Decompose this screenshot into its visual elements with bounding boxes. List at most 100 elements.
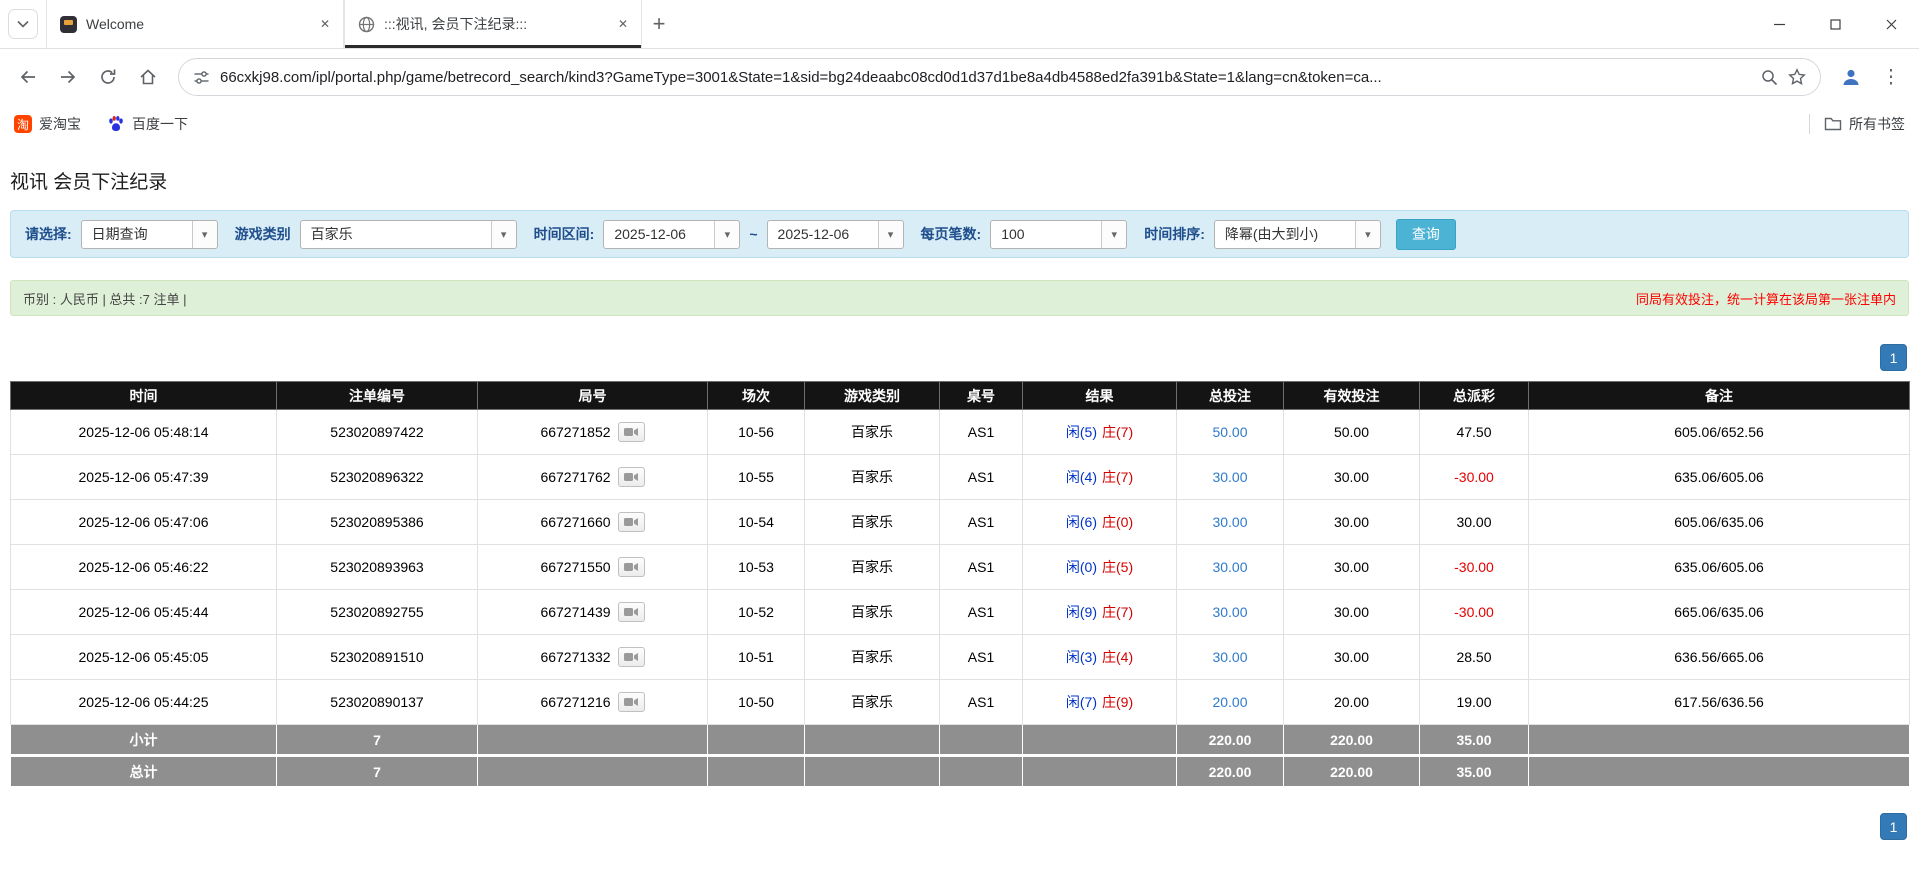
reload-button[interactable] [90, 59, 126, 95]
total-bet-link[interactable]: 30.00 [1212, 469, 1247, 485]
tab-close-icon[interactable]: ✕ [315, 14, 335, 34]
banker-result: 庄(5) [1102, 559, 1134, 575]
home-button[interactable] [130, 59, 166, 95]
video-replay-button[interactable] [617, 512, 645, 532]
table-header-row: 时间 注单编号 局号 场次 游戏类别 桌号 结果 总投注 有效投注 总派彩 备注 [10, 381, 1910, 410]
video-replay-button[interactable] [617, 692, 645, 712]
subtotal-total-bet: 220.00 [1176, 724, 1284, 756]
all-bookmarks-label: 所有书签 [1849, 116, 1905, 132]
cell-payout: 47.50 [1419, 409, 1529, 455]
all-bookmarks-button[interactable]: 所有书签 [1824, 114, 1905, 134]
total-bet-link[interactable]: 30.00 [1212, 649, 1247, 665]
taobao-icon: 淘 [14, 115, 32, 133]
back-arrow-icon [20, 70, 35, 84]
cell-game-type: 百家乐 [804, 409, 940, 455]
cell-table-no: AS1 [939, 454, 1023, 500]
total-bet-link[interactable]: 50.00 [1212, 424, 1247, 440]
query-type-select[interactable]: 日期查询 ▾ [80, 219, 218, 249]
maximize-icon [1829, 18, 1841, 30]
tab-search-button[interactable] [8, 9, 38, 39]
banker-result: 庄(0) [1102, 514, 1134, 530]
video-replay-button[interactable] [617, 602, 645, 622]
cell-game-type: 百家乐 [804, 634, 940, 680]
per-page-select[interactable]: 100 ▾ [990, 219, 1128, 249]
cell-valid-bet: 50.00 [1283, 409, 1420, 455]
camera-icon [624, 473, 639, 481]
cell-table-no: AS1 [939, 409, 1023, 455]
maximize-button[interactable] [1807, 0, 1863, 48]
game-type-select[interactable]: 百家乐 ▾ [299, 219, 517, 249]
subtotal-row: 小计 7 220.00 220.00 35.00 [10, 724, 1910, 756]
round-number: 667271439 [540, 604, 611, 620]
forward-button[interactable] [50, 59, 86, 95]
table-row: 2025-12-06 05:45:44 523020892755 6672714… [10, 589, 1910, 635]
cell-round-id: 667271660 [477, 499, 708, 545]
cell-game-type: 百家乐 [804, 454, 940, 500]
zoom-icon[interactable] [1761, 69, 1778, 86]
close-window-button[interactable] [1863, 0, 1919, 48]
subtotal-valid-bet: 220.00 [1283, 724, 1420, 756]
tab-betrecord[interactable]: :::视讯, 会员下注纪录::: ✕ [344, 0, 642, 48]
total-bet-link[interactable]: 30.00 [1212, 559, 1247, 575]
table-row: 2025-12-06 05:47:06 523020895386 6672716… [10, 499, 1910, 545]
total-bet-link[interactable]: 30.00 [1212, 604, 1247, 620]
header-table-no: 桌号 [939, 381, 1023, 410]
banker-result: 庄(7) [1102, 469, 1134, 485]
time-sort-value: 降幂(由大到小) [1224, 226, 1319, 242]
game-type-value: 百家乐 [310, 226, 353, 242]
header-total-bet: 总投注 [1176, 381, 1284, 410]
subtotal-count: 7 [276, 724, 478, 756]
cell-note: 605.06/652.56 [1528, 409, 1910, 455]
tab-welcome[interactable]: Welcome ✕ [46, 0, 344, 48]
profile-icon [1843, 69, 1859, 85]
total-bet-link[interactable]: 20.00 [1212, 694, 1247, 710]
chevron-down-icon: ▾ [490, 220, 516, 248]
divider [1809, 114, 1810, 134]
date-range-label: 时间区间: [533, 226, 595, 242]
video-replay-button[interactable] [617, 647, 645, 667]
back-button[interactable] [10, 59, 46, 95]
summary-bar: 币别 : 人民币 | 总共 :7 注单 | 同局有效投注，统一计算在该局第一张注… [10, 280, 1909, 316]
cell-table-no: AS1 [939, 544, 1023, 590]
bet-records-table: 时间 注单编号 局号 场次 游戏类别 桌号 结果 总投注 有效投注 总派彩 备注… [10, 381, 1910, 787]
pagination-page-button[interactable]: 1 [1880, 813, 1907, 840]
cell-note: 605.06/635.06 [1528, 499, 1910, 545]
bookmark-aitaobao[interactable]: 淘 爱淘宝 [14, 114, 81, 134]
query-button[interactable]: 查询 [1395, 218, 1456, 250]
bookmark-baidu[interactable]: 百度一下 [107, 114, 188, 134]
summary-note-text: 同局有效投注，统一计算在该局第一张注单内 [1635, 291, 1896, 307]
date-range-separator: ~ [749, 226, 758, 242]
video-replay-button[interactable] [617, 467, 645, 487]
browser-chrome: Welcome ✕ :::视讯, 会员下注纪录::: ✕ + 66cxkj98.… [0, 0, 1919, 143]
date-to-value: 2025-12-06 [777, 226, 850, 242]
video-replay-button[interactable] [617, 557, 645, 577]
address-bar[interactable]: 66cxkj98.com/ipl/portal.php/game/betreco… [178, 58, 1821, 96]
new-tab-button[interactable]: + [642, 7, 676, 41]
time-sort-select[interactable]: 降幂(由大到小) ▾ [1213, 219, 1381, 249]
site-settings-icon[interactable] [193, 69, 210, 86]
minimize-button[interactable] [1751, 0, 1807, 48]
menu-button[interactable]: ⋮ [1873, 59, 1909, 95]
total-bet-link[interactable]: 30.00 [1212, 514, 1247, 530]
total-total-bet: 220.00 [1176, 754, 1284, 787]
cell-time: 2025-12-06 05:47:06 [10, 499, 277, 545]
tab-close-icon[interactable]: ✕ [613, 14, 633, 34]
bookmark-label: 爱淘宝 [39, 116, 81, 132]
cell-time: 2025-12-06 05:48:14 [10, 409, 277, 455]
profile-button[interactable] [1833, 59, 1869, 95]
bookmarks-bar: 淘 爱淘宝 百度一下 所有书签 [0, 105, 1919, 143]
video-replay-button[interactable] [617, 422, 645, 442]
player-result: 闲(6) [1065, 514, 1097, 530]
bookmark-star-icon[interactable] [1788, 68, 1806, 86]
pagination-page-button[interactable]: 1 [1880, 344, 1907, 371]
date-from-select[interactable]: 2025-12-06 ▾ [603, 219, 741, 249]
cell-payout: 30.00 [1419, 499, 1529, 545]
bookmarks-bar-right: 所有书签 [1809, 114, 1905, 134]
welcome-favicon-icon [59, 15, 77, 33]
cell-bet-id: 523020893963 [276, 544, 478, 590]
date-to-select[interactable]: 2025-12-06 ▾ [766, 219, 904, 249]
header-result: 结果 [1022, 381, 1177, 410]
date-from-value: 2025-12-06 [614, 226, 686, 242]
game-type-label: 游戏类别 [234, 226, 291, 242]
cell-note: 665.06/635.06 [1528, 589, 1910, 635]
